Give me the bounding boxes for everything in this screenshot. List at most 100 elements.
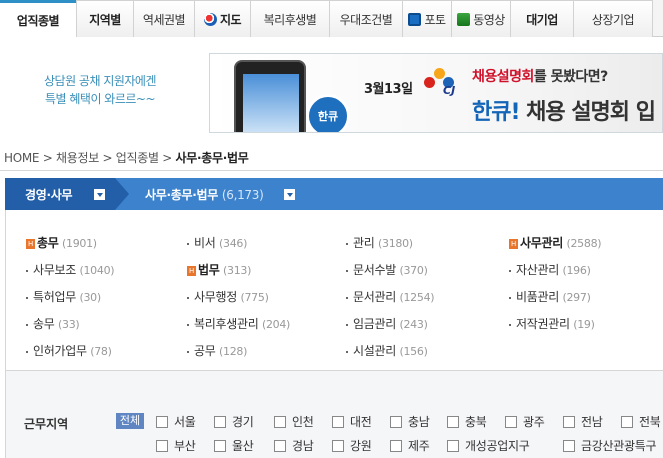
tab-2[interactable]: 역세권별 xyxy=(133,0,195,37)
region-option[interactable]: 전남 xyxy=(563,413,603,430)
breadcrumb-home[interactable]: HOME xyxy=(4,151,40,165)
region-checkbox[interactable] xyxy=(274,439,286,452)
tab-3[interactable]: 지도 xyxy=(194,0,251,37)
primary-dropdown-icon[interactable] xyxy=(94,189,105,200)
job-name: 사무보조 xyxy=(33,263,76,277)
tab-0[interactable]: 업직종별 xyxy=(0,0,77,37)
region-all-button[interactable]: 전체 xyxy=(116,413,144,429)
job-item[interactable]: 저작권관리 (19) xyxy=(509,315,595,332)
job-name: 문서수발 xyxy=(353,263,396,277)
region-option[interactable]: 금강산관광특구 xyxy=(563,437,656,454)
tab-1[interactable]: 지역별 xyxy=(76,0,134,37)
region-option[interactable]: 대전 xyxy=(332,413,372,430)
job-item[interactable]: 관리 (3180) xyxy=(346,234,413,251)
tab-6[interactable]: 포토 xyxy=(402,0,452,37)
job-name: 복리후생관리 xyxy=(194,317,259,331)
job-name: 관리 xyxy=(353,236,375,250)
secondary-dropdown-icon[interactable] xyxy=(284,189,295,200)
region-checkbox[interactable] xyxy=(214,439,226,452)
job-name: 특허업무 xyxy=(33,290,76,304)
job-item[interactable]: H 법무 (313) xyxy=(187,261,251,278)
job-item[interactable]: 자산관리 (196) xyxy=(509,261,591,278)
region-checkbox[interactable] xyxy=(156,439,168,452)
job-item[interactable]: H 사무관리 (2588) xyxy=(509,234,602,251)
bullet-icon xyxy=(346,323,348,326)
region-label: 서울 xyxy=(174,415,196,429)
region-option[interactable]: 광주 xyxy=(505,413,545,430)
region-option[interactable]: 울산 xyxy=(214,437,254,454)
job-name: 시설관리 xyxy=(353,344,396,358)
job-item[interactable]: 임금관리 (243) xyxy=(346,315,428,332)
secondary-category-label[interactable]: 사무·총무·법무 (6,173) xyxy=(145,186,264,203)
job-item[interactable]: 사무보조 (1040) xyxy=(26,261,115,278)
tab-9[interactable]: 상장기업 xyxy=(573,0,653,37)
tab-8[interactable]: 대기업 xyxy=(510,0,574,37)
region-option[interactable]: 충남 xyxy=(390,413,430,430)
region-checkbox[interactable] xyxy=(621,415,633,428)
job-count: (1040) xyxy=(79,264,115,277)
job-count: (30) xyxy=(79,291,101,304)
job-item[interactable]: 비서 (346) xyxy=(187,234,247,251)
breadcrumb-jobinfo[interactable]: 채용정보 xyxy=(56,151,99,165)
job-item[interactable]: 시설관리 (156) xyxy=(346,342,428,359)
bullet-icon xyxy=(509,323,511,326)
job-item[interactable]: 공무 (128) xyxy=(187,342,247,359)
job-item[interactable]: 복리후생관리 (204) xyxy=(187,315,290,332)
job-count: (346) xyxy=(219,237,248,250)
job-item[interactable]: H 총무 (1901) xyxy=(26,234,97,251)
headline-highlight: 채용설명회 xyxy=(472,69,534,85)
region-checkbox[interactable] xyxy=(563,415,575,428)
region-option[interactable]: 서울 xyxy=(156,413,196,430)
divider xyxy=(0,170,663,171)
job-item[interactable]: 특허업무 (30) xyxy=(26,288,101,305)
region-option[interactable]: 충북 xyxy=(447,413,487,430)
job-count: (313) xyxy=(223,264,252,277)
tab-5[interactable]: 우대조건별 xyxy=(329,0,403,37)
region-option[interactable]: 부산 xyxy=(156,437,196,454)
bullet-icon xyxy=(346,242,348,245)
hot-badge-icon: H xyxy=(26,238,35,249)
job-name: 송무 xyxy=(33,317,55,331)
region-option[interactable]: 인천 xyxy=(274,413,314,430)
tab-7[interactable]: 동영상 xyxy=(451,0,511,37)
bullet-icon xyxy=(187,350,189,353)
job-name: 비서 xyxy=(194,236,216,250)
job-count: (196) xyxy=(562,264,591,277)
region-checkbox[interactable] xyxy=(563,439,575,452)
region-checkbox[interactable] xyxy=(447,415,459,428)
region-option[interactable]: 강원 xyxy=(332,437,372,454)
tab-label: 포토 xyxy=(424,12,446,27)
region-checkbox[interactable] xyxy=(332,439,344,452)
region-option[interactable]: 개성공업지구 xyxy=(447,437,530,454)
job-item[interactable]: 인허가업무 (78) xyxy=(26,342,112,359)
job-item[interactable]: 문서수발 (370) xyxy=(346,261,428,278)
region-checkbox[interactable] xyxy=(505,415,517,428)
breadcrumb-category[interactable]: 업직종별 xyxy=(116,151,159,165)
cj-logo-text: CJ xyxy=(443,84,456,97)
job-item[interactable]: 비품관리 (297) xyxy=(509,288,591,305)
region-option[interactable]: 경남 xyxy=(274,437,314,454)
region-option[interactable]: 전북 xyxy=(621,413,661,430)
region-checkbox[interactable] xyxy=(156,415,168,428)
region-checkbox[interactable] xyxy=(390,439,402,452)
brand-name: 한큐! xyxy=(472,100,521,125)
bullet-icon xyxy=(26,296,28,299)
job-item[interactable]: 문서관리 (1254) xyxy=(346,288,435,305)
region-label: 전북 xyxy=(639,415,661,429)
region-option[interactable]: 제주 xyxy=(390,437,430,454)
region-option[interactable]: 경기 xyxy=(214,413,254,430)
tab-4[interactable]: 복리후생별 xyxy=(250,0,330,37)
region-checkbox[interactable] xyxy=(332,415,344,428)
region-checkbox[interactable] xyxy=(214,415,226,428)
job-item[interactable]: 사무행정 (775) xyxy=(187,288,269,305)
job-name: 자산관리 xyxy=(516,263,559,277)
job-item[interactable]: 송무 (33) xyxy=(26,315,80,332)
region-label: 경남 xyxy=(292,439,314,453)
secondary-category-count: (6,173) xyxy=(221,188,264,202)
promo-text[interactable]: 상담원 공채 지원자에겐 특별 혜택이 와르르~~ xyxy=(0,72,200,108)
region-checkbox[interactable] xyxy=(390,415,402,428)
recruit-banner[interactable]: 한큐 3월13일 CJ 채용설명회를 못봤다면? 한큐! 채용 설명회 입 xyxy=(209,53,663,133)
region-checkbox[interactable] xyxy=(274,415,286,428)
phone-screen xyxy=(243,74,299,132)
region-checkbox[interactable] xyxy=(447,439,459,452)
